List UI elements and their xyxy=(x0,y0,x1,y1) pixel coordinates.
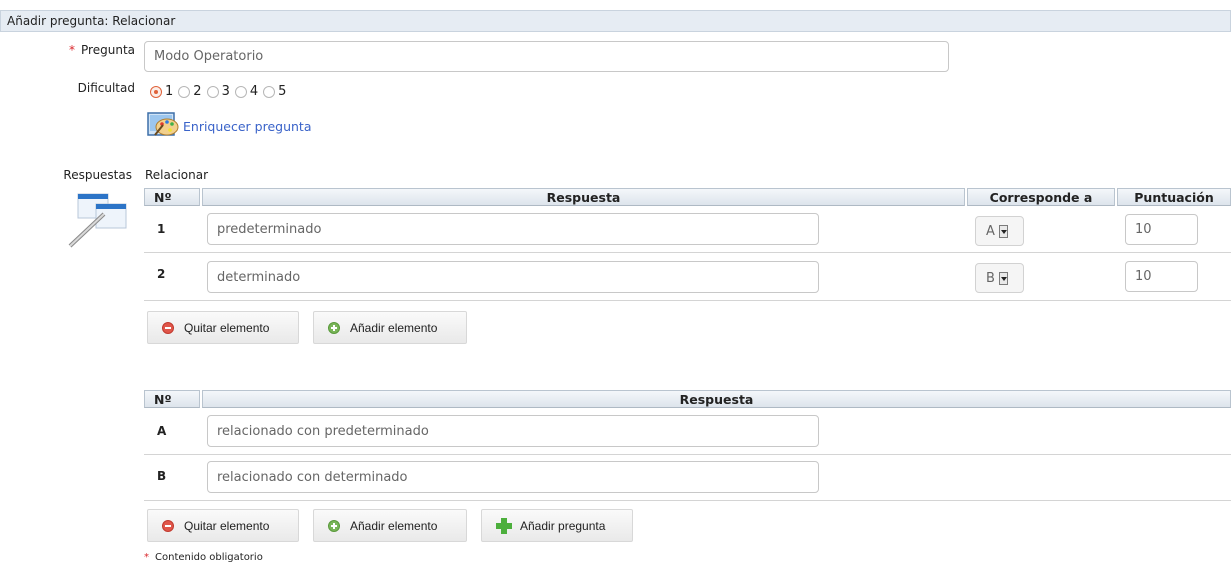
plus-icon[interactable] xyxy=(496,517,512,534)
difficulty-option-3[interactable]: 3 xyxy=(206,84,230,99)
answers-type: Relacionar xyxy=(145,168,209,182)
difficulty-option-2[interactable]: 2 xyxy=(178,84,202,99)
difficulty-option-label: 2 xyxy=(193,84,202,99)
add-element-button[interactable]: Añadir elemento xyxy=(313,311,467,344)
difficulty-option-4[interactable]: 4 xyxy=(234,84,259,99)
add-question-button[interactable]: Añadir pregunta xyxy=(481,509,633,542)
question-input[interactable] xyxy=(144,41,949,72)
difficulty-option-1[interactable]: 1 xyxy=(150,84,173,99)
add-element-button[interactable]: Añadir elemento xyxy=(313,509,467,542)
required-footnote: * Contenido obligatorio xyxy=(144,552,263,563)
remove-icon[interactable] xyxy=(162,321,174,334)
corresponds-select[interactable]: B xyxy=(975,263,1024,293)
difficulty-option-label: 4 xyxy=(249,84,259,99)
col-header-answer: Respuesta xyxy=(202,390,1231,408)
radio-icon[interactable] xyxy=(178,85,191,98)
palette-icon[interactable] xyxy=(147,111,181,142)
question-label: * Pregunta xyxy=(50,43,135,57)
radio-icon[interactable] xyxy=(263,85,276,98)
row-number: 1 xyxy=(157,222,166,236)
col-header-num: Nº xyxy=(144,188,200,206)
required-footnote-text: Contenido obligatorio xyxy=(155,552,263,563)
add-icon[interactable] xyxy=(328,519,340,532)
difficulty-label: Dificultad xyxy=(77,81,135,95)
radio-selected-icon[interactable] xyxy=(150,85,162,98)
score-input[interactable] xyxy=(1125,214,1198,245)
remove-element-label: Quitar elemento xyxy=(184,320,270,335)
chevron-down-icon[interactable] xyxy=(998,224,1008,238)
row-number: 2 xyxy=(157,267,166,281)
option-input[interactable] xyxy=(207,461,819,493)
corresponds-select-value: A xyxy=(986,223,995,239)
answer-input[interactable] xyxy=(207,261,819,293)
radio-icon[interactable] xyxy=(234,85,247,98)
form-title-bar: Añadir pregunta: Relacionar xyxy=(0,10,1231,32)
enrich-question-label[interactable]: Enriquecer pregunta xyxy=(183,119,312,134)
corresponds-select[interactable]: A xyxy=(975,216,1024,246)
col-header-corresponds: Corresponde a xyxy=(967,188,1115,206)
difficulty-option-label: 5 xyxy=(278,84,287,99)
radio-icon[interactable] xyxy=(206,85,219,98)
answers-label: Respuestas xyxy=(63,168,132,182)
required-marker: * xyxy=(69,43,76,57)
question-label-text: Pregunta xyxy=(81,43,135,57)
remove-element-button[interactable]: Quitar elemento xyxy=(147,311,299,344)
required-marker: * xyxy=(144,552,149,563)
enrich-question-link[interactable]: Enriquecer pregunta xyxy=(147,111,312,142)
remove-element-button[interactable]: Quitar elemento xyxy=(147,509,299,542)
matching-icon xyxy=(66,190,128,251)
remove-element-label: Quitar elemento xyxy=(184,518,270,533)
chevron-down-icon[interactable] xyxy=(998,271,1008,285)
answer-input[interactable] xyxy=(207,213,819,245)
form-title: Añadir pregunta: Relacionar xyxy=(7,14,176,28)
corresponds-select-value: B xyxy=(986,270,995,286)
add-icon[interactable] xyxy=(328,321,340,334)
remove-icon[interactable] xyxy=(162,519,174,532)
option-input[interactable] xyxy=(207,415,819,447)
col-header-answer: Respuesta xyxy=(202,188,965,206)
add-element-label: Añadir elemento xyxy=(350,320,438,335)
row-letter: B xyxy=(157,469,167,483)
answers-table-header: Nº Respuesta Corresponde a Puntuación xyxy=(144,188,1231,206)
col-header-num: Nº xyxy=(144,390,200,408)
row-letter: A xyxy=(157,424,167,438)
score-input[interactable] xyxy=(1125,261,1198,292)
options-table-header: Nº Respuesta xyxy=(144,390,1231,408)
add-element-label: Añadir elemento xyxy=(350,518,438,533)
difficulty-option-label: 3 xyxy=(221,84,230,99)
col-header-score: Puntuación xyxy=(1117,188,1231,206)
difficulty-radio-group: 1 2 3 4 5 xyxy=(150,84,291,99)
difficulty-option-label: 1 xyxy=(165,84,174,99)
add-question-label: Añadir pregunta xyxy=(520,518,606,533)
difficulty-option-5[interactable]: 5 xyxy=(263,84,286,99)
